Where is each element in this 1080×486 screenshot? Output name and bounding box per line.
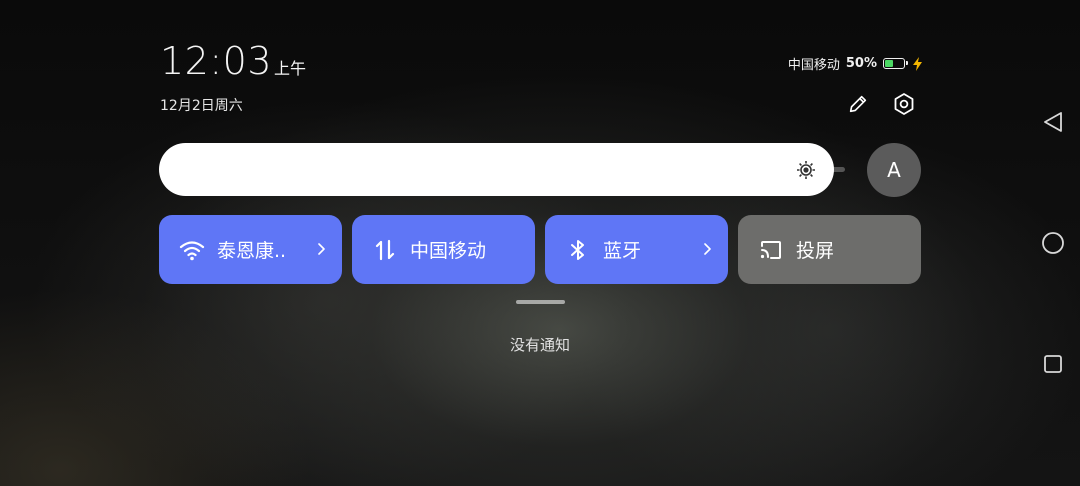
mobile-data-icon (372, 237, 398, 263)
carrier-label: 中国移动 (787, 58, 840, 73)
tile-wifi[interactable]: 泰恩康.. (159, 215, 342, 284)
tile-screen-cast-label: 投屏 (796, 240, 835, 262)
nav-home-button[interactable] (1040, 230, 1066, 256)
battery-icon (883, 58, 908, 69)
bluetooth-icon (565, 237, 591, 263)
auto-brightness-button[interactable]: A (867, 143, 921, 197)
sun-icon (797, 161, 815, 179)
home-circle-icon (1042, 232, 1064, 254)
date-label[interactable]: 12月2日周六 (160, 95, 243, 115)
gear-icon (894, 93, 914, 115)
charging-bolt-icon (913, 56, 922, 71)
wifi-icon (179, 237, 205, 263)
status-bar: 中国移动 50% (788, 54, 922, 73)
battery-percent: 50% (845, 56, 877, 71)
chevron-right-icon[interactable] (702, 240, 714, 258)
tile-wifi-label: 泰恩康.. (217, 240, 287, 262)
tile-bluetooth-label: 蓝牙 (603, 240, 642, 262)
panel-drag-handle[interactable] (516, 300, 565, 304)
pencil-icon (849, 95, 867, 113)
header-actions (846, 92, 916, 116)
no-notifications-text: 没有通知 (509, 336, 570, 354)
battery-fill (885, 60, 893, 67)
cast-icon (758, 237, 784, 263)
tile-bluetooth[interactable]: 蓝牙 (545, 215, 728, 284)
clock-time: 12:03 (160, 39, 273, 83)
settings-button[interactable] (892, 92, 916, 116)
tile-mobile-data[interactable]: 中国移动 (352, 215, 535, 284)
edit-button[interactable] (846, 92, 870, 116)
tile-mobile-data-label: 中国移动 (410, 240, 487, 262)
clock[interactable]: 12:03 上午 (160, 40, 306, 82)
clock-ampm: 上午 (274, 59, 307, 78)
recents-square-icon (1044, 355, 1062, 373)
back-triangle-icon (1044, 112, 1062, 132)
chevron-right-icon[interactable] (316, 240, 328, 258)
tile-screen-cast[interactable]: 投屏 (738, 215, 921, 284)
nav-recents-button[interactable] (1040, 351, 1066, 377)
nav-back-button[interactable] (1040, 109, 1066, 135)
quick-settings-panel: 12:03 上午 12月2日周六 中国移动 50% A 泰恩康.. 中国移动 蓝… (0, 0, 1080, 486)
brightness-slider[interactable] (159, 143, 834, 196)
